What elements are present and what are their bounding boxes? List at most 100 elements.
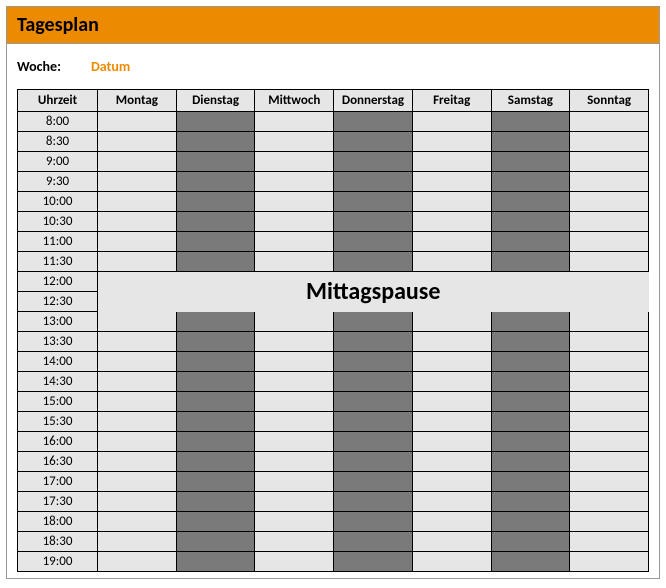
col-header-day: Sonntag bbox=[570, 90, 649, 112]
time-cell: 19:00 bbox=[18, 552, 98, 572]
table-row: 13:00 bbox=[18, 312, 649, 332]
schedule-cell bbox=[491, 312, 570, 332]
schedule-cell bbox=[570, 332, 649, 352]
schedule-table: UhrzeitMontagDienstagMittwochDonnerstagF… bbox=[17, 89, 649, 572]
schedule-cell bbox=[570, 552, 649, 572]
schedule-cell bbox=[334, 272, 413, 292]
time-cell: 11:30 bbox=[18, 252, 98, 272]
col-header-day: Mittwoch bbox=[255, 90, 334, 112]
schedule-cell bbox=[176, 492, 255, 512]
schedule-cell bbox=[334, 252, 413, 272]
schedule-cell bbox=[412, 432, 491, 452]
col-header-day: Donnerstag bbox=[334, 90, 413, 112]
schedule-cell bbox=[491, 432, 570, 452]
schedule-cell bbox=[255, 492, 334, 512]
schedule-cell bbox=[570, 192, 649, 212]
schedule-cell bbox=[412, 312, 491, 332]
schedule-cell bbox=[98, 552, 177, 572]
table-row: 10:00 bbox=[18, 192, 649, 212]
schedule-cell bbox=[491, 232, 570, 252]
schedule-cell bbox=[412, 492, 491, 512]
schedule-cell bbox=[412, 192, 491, 212]
schedule-cell bbox=[176, 272, 255, 292]
schedule-cell bbox=[570, 212, 649, 232]
schedule-cell bbox=[334, 492, 413, 512]
time-cell: 14:30 bbox=[18, 372, 98, 392]
schedule-cell bbox=[570, 392, 649, 412]
schedule-cell bbox=[570, 292, 649, 312]
schedule-cell bbox=[98, 192, 177, 212]
schedule-cell bbox=[176, 472, 255, 492]
schedule-cell bbox=[412, 512, 491, 532]
schedule-cell bbox=[412, 232, 491, 252]
schedule-cell bbox=[570, 492, 649, 512]
schedule-cell bbox=[412, 152, 491, 172]
schedule-cell bbox=[412, 452, 491, 472]
schedule-cell bbox=[412, 292, 491, 312]
time-cell: 16:30 bbox=[18, 452, 98, 472]
schedule-cell bbox=[570, 172, 649, 192]
page-title: Tagesplan bbox=[17, 13, 649, 37]
table-row: 11:30 bbox=[18, 252, 649, 272]
schedule-cell bbox=[98, 212, 177, 232]
week-value: Datum bbox=[91, 58, 130, 75]
table-row: 9:30 bbox=[18, 172, 649, 192]
schedule-cell bbox=[255, 452, 334, 472]
schedule-cell bbox=[255, 212, 334, 232]
schedule-cell bbox=[570, 412, 649, 432]
schedule-cell bbox=[255, 232, 334, 252]
time-cell: 9:00 bbox=[18, 152, 98, 172]
schedule-cell bbox=[491, 152, 570, 172]
week-row: Woche: Datum bbox=[7, 44, 659, 89]
schedule-cell bbox=[491, 472, 570, 492]
schedule-cell bbox=[412, 532, 491, 552]
schedule-cell bbox=[491, 292, 570, 312]
schedule-cell bbox=[491, 112, 570, 132]
schedule-cell bbox=[255, 332, 334, 352]
schedule-cell bbox=[334, 532, 413, 552]
schedule-cell bbox=[491, 132, 570, 152]
schedule-cell bbox=[98, 472, 177, 492]
schedule-cell bbox=[570, 372, 649, 392]
col-header-day: Dienstag bbox=[176, 90, 255, 112]
schedule-cell bbox=[255, 172, 334, 192]
schedule-cell bbox=[255, 192, 334, 212]
table-row: 12:00 bbox=[18, 272, 649, 292]
schedule-cell bbox=[176, 392, 255, 412]
schedule-cell bbox=[570, 472, 649, 492]
table-header-row: UhrzeitMontagDienstagMittwochDonnerstagF… bbox=[18, 90, 649, 112]
table-row: 19:00 bbox=[18, 552, 649, 572]
time-cell: 12:30 bbox=[18, 292, 98, 312]
schedule-cell bbox=[98, 172, 177, 192]
schedule-cell bbox=[491, 372, 570, 392]
table-row: 17:00 bbox=[18, 472, 649, 492]
table-row: 8:30 bbox=[18, 132, 649, 152]
schedule-cell bbox=[491, 172, 570, 192]
schedule-cell bbox=[334, 152, 413, 172]
schedule-cell bbox=[255, 432, 334, 452]
col-header-day: Montag bbox=[98, 90, 177, 112]
schedule-cell bbox=[570, 512, 649, 532]
schedule-cell bbox=[412, 352, 491, 372]
table-row: 16:30 bbox=[18, 452, 649, 472]
table-row: 10:30 bbox=[18, 212, 649, 232]
schedule-cell bbox=[491, 252, 570, 272]
schedule-cell bbox=[412, 472, 491, 492]
schedule-cell bbox=[491, 412, 570, 432]
time-cell: 12:00 bbox=[18, 272, 98, 292]
schedule-cell bbox=[98, 512, 177, 532]
schedule-cell bbox=[176, 372, 255, 392]
schedule-cell bbox=[98, 112, 177, 132]
title-bar: Tagesplan bbox=[7, 7, 659, 44]
schedule-cell bbox=[412, 252, 491, 272]
col-header-day: Samstag bbox=[491, 90, 570, 112]
schedule-cell bbox=[98, 332, 177, 352]
schedule-cell bbox=[570, 112, 649, 132]
schedule-cell bbox=[570, 232, 649, 252]
schedule-cell bbox=[255, 512, 334, 532]
schedule-cell bbox=[570, 312, 649, 332]
schedule-cell bbox=[176, 352, 255, 372]
schedule-cell bbox=[176, 252, 255, 272]
time-cell: 13:30 bbox=[18, 332, 98, 352]
col-header-day: Freitag bbox=[412, 90, 491, 112]
